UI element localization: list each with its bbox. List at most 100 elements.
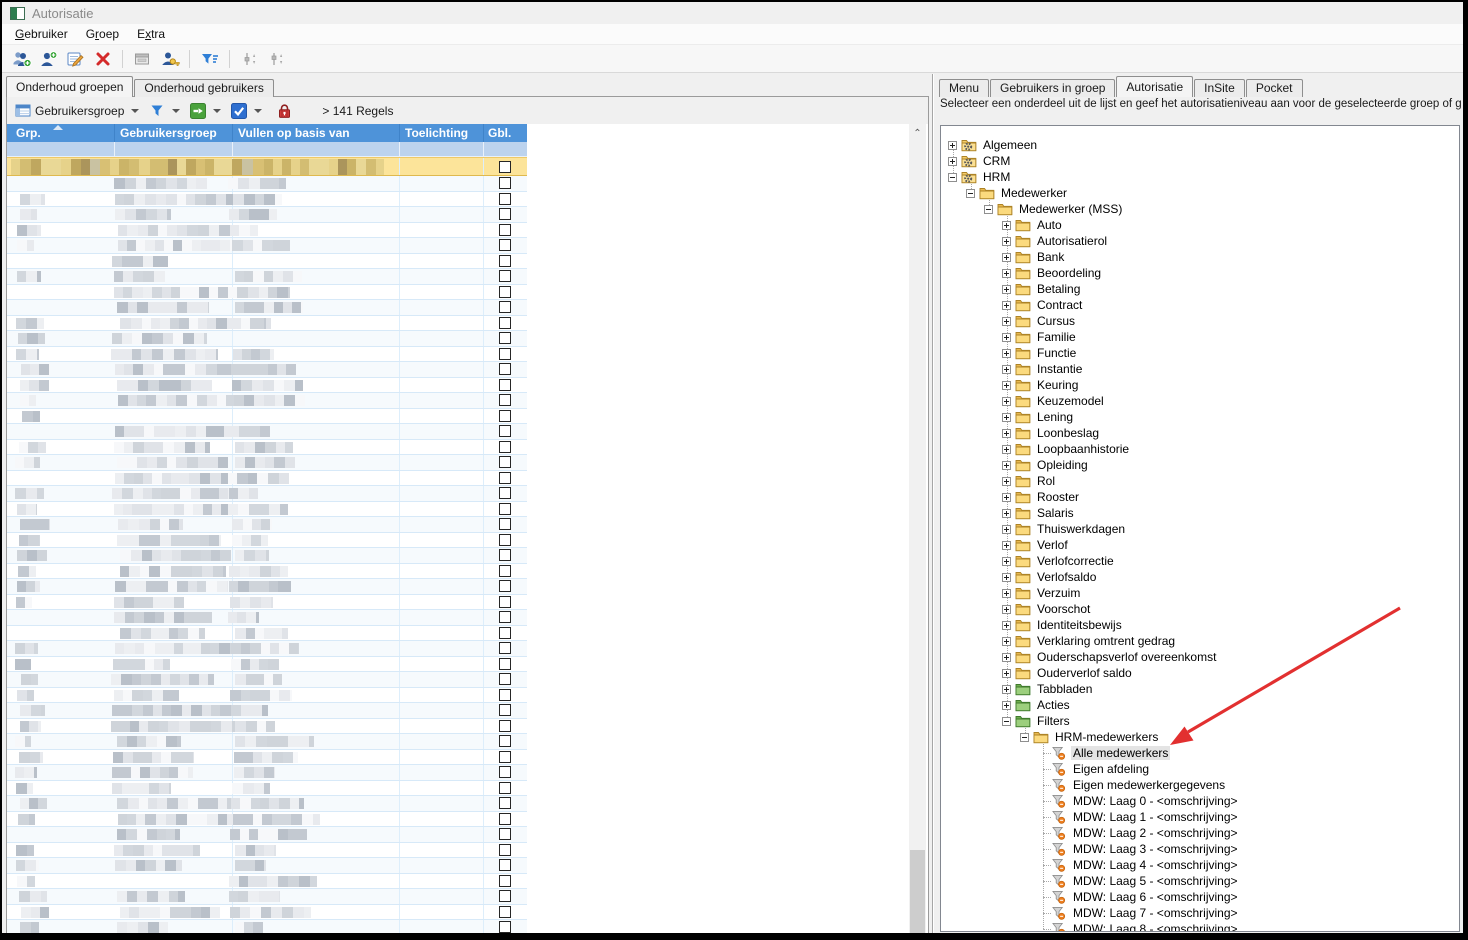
tree-expand-icon[interactable] xyxy=(1002,541,1011,550)
gbl-checkbox[interactable] xyxy=(499,456,511,468)
tree-item[interactable]: Identiteitsbewijs xyxy=(1015,617,1124,633)
tree-item[interactable]: Salaris xyxy=(1015,505,1076,521)
tree-expand-icon[interactable] xyxy=(1002,317,1011,326)
table-row[interactable] xyxy=(7,157,527,176)
table-row[interactable] xyxy=(7,378,527,394)
gbl-checkbox[interactable] xyxy=(499,549,511,561)
gbl-checkbox[interactable] xyxy=(499,580,511,592)
tree-expand-icon[interactable] xyxy=(1002,525,1011,534)
table-row[interactable] xyxy=(7,502,527,518)
gbl-checkbox[interactable] xyxy=(499,193,511,205)
gbl-checkbox[interactable] xyxy=(499,348,511,360)
table-row[interactable] xyxy=(7,424,527,440)
table-row[interactable] xyxy=(7,703,527,719)
scroll-up-icon[interactable]: ⌃ xyxy=(909,128,926,140)
tree-expand-icon[interactable] xyxy=(1002,589,1011,598)
tree-item[interactable]: Rol xyxy=(1015,473,1057,489)
table-row[interactable] xyxy=(7,548,527,564)
column-header-vullen-op-basis-van[interactable]: Vullen op basis van xyxy=(233,124,400,142)
tree-item[interactable]: Keuzemodel xyxy=(1015,393,1106,409)
gbl-checkbox[interactable] xyxy=(499,161,511,173)
gbl-checkbox[interactable] xyxy=(499,441,511,453)
lock-icon[interactable] xyxy=(276,102,293,119)
tab-onderhoud-gebruikers[interactable]: Onderhoud gebruikers xyxy=(134,79,273,97)
tree-item[interactable]: Verlofcorrectie xyxy=(1015,553,1116,569)
gbl-checkbox[interactable] xyxy=(499,673,511,685)
menu-groep[interactable]: Groep xyxy=(77,25,128,43)
tree-item[interactable]: MDW: Laag 0 - <omschrijving> xyxy=(1051,793,1240,809)
gbl-checkbox[interactable] xyxy=(499,797,511,809)
tree-item[interactable]: Cursus xyxy=(1015,313,1077,329)
table-row[interactable] xyxy=(7,254,527,270)
tree-item[interactable]: Alle medewerkers xyxy=(1051,745,1170,761)
tree-item[interactable]: Opleiding xyxy=(1015,457,1090,473)
tree-expand-icon[interactable] xyxy=(1002,397,1011,406)
tree-expand-icon[interactable] xyxy=(1002,429,1011,438)
tab-pocket[interactable]: Pocket xyxy=(1246,79,1303,97)
tab-insite[interactable]: InSite xyxy=(1194,79,1245,97)
tree-item[interactable]: Familie xyxy=(1015,329,1078,345)
tree-item[interactable]: Verzuim xyxy=(1015,585,1082,601)
gbl-checkbox[interactable] xyxy=(499,255,511,267)
tree-item[interactable]: Bank xyxy=(1015,249,1066,265)
tree-expand-icon[interactable] xyxy=(1002,349,1011,358)
table-row[interactable] xyxy=(7,874,527,890)
tree-item[interactable]: Autorisatierol xyxy=(1015,233,1109,249)
gbl-checkbox[interactable] xyxy=(499,224,511,236)
gbl-checkbox[interactable] xyxy=(499,642,511,654)
tree-expand-icon[interactable] xyxy=(1002,301,1011,310)
tree-expand-icon[interactable] xyxy=(1002,637,1011,646)
gbl-checkbox[interactable] xyxy=(499,813,511,825)
tree-item[interactable]: Medewerker xyxy=(979,185,1069,201)
table-row[interactable] xyxy=(7,672,527,688)
tree-item[interactable]: Thuiswerkdagen xyxy=(1015,521,1127,537)
gbl-checkbox[interactable] xyxy=(499,751,511,763)
tree-item[interactable]: Filters xyxy=(1015,713,1072,729)
table-row[interactable] xyxy=(7,657,527,673)
table-row[interactable] xyxy=(7,517,527,533)
tree-expand-icon[interactable] xyxy=(1002,509,1011,518)
tree-item[interactable]: Betaling xyxy=(1015,281,1082,297)
tree-expand-icon[interactable] xyxy=(1002,557,1011,566)
tree-collapse-icon[interactable] xyxy=(948,173,957,182)
table-row[interactable] xyxy=(7,564,527,580)
tree-item[interactable]: Contract xyxy=(1015,297,1084,313)
table-row[interactable] xyxy=(7,331,527,347)
column-header-gbl[interactable]: Gbl. xyxy=(484,124,527,142)
tab-gebruikers-in-groep[interactable]: Gebruikers in groep xyxy=(990,79,1115,97)
tree-item[interactable]: Beoordeling xyxy=(1015,265,1103,281)
tree-expand-icon[interactable] xyxy=(1002,381,1011,390)
gbl-checkbox[interactable] xyxy=(499,658,511,670)
grid-filter-row[interactable] xyxy=(7,142,527,157)
tab-menu[interactable]: Menu xyxy=(939,79,989,97)
user-key-icon[interactable] xyxy=(158,48,181,70)
grid-filter-caret[interactable] xyxy=(172,109,180,113)
tree-expand-icon[interactable] xyxy=(1002,477,1011,486)
gbl-checkbox[interactable] xyxy=(499,394,511,406)
tree-item[interactable]: MDW: Laag 2 - <omschrijving> xyxy=(1051,825,1240,841)
table-row[interactable] xyxy=(7,812,527,828)
table-row[interactable] xyxy=(7,440,527,456)
gbl-checkbox[interactable] xyxy=(499,844,511,856)
gbl-checkbox[interactable] xyxy=(499,766,511,778)
table-row[interactable] xyxy=(7,192,527,208)
tree-expand-icon[interactable] xyxy=(1002,269,1011,278)
tree-item[interactable]: Verlofsaldo xyxy=(1015,569,1098,585)
tree-item[interactable]: Tabbladen xyxy=(1015,681,1094,697)
tree-item[interactable]: Voorschot xyxy=(1015,601,1092,617)
delete-icon[interactable] xyxy=(91,48,114,70)
gbl-checkbox[interactable] xyxy=(499,906,511,918)
menu-extra[interactable]: Extra xyxy=(128,25,174,43)
tree-item[interactable]: MDW: Laag 6 - <omschrijving> xyxy=(1051,889,1240,905)
tree-item[interactable]: MDW: Laag 4 - <omschrijving> xyxy=(1051,857,1240,873)
level-up-icon[interactable] xyxy=(238,48,261,70)
tree-expand-icon[interactable] xyxy=(1002,333,1011,342)
table-row[interactable] xyxy=(7,734,527,750)
tree-item[interactable]: MDW: Laag 1 - <omschrijving> xyxy=(1051,809,1240,825)
table-row[interactable] xyxy=(7,362,527,378)
tree-expand-icon[interactable] xyxy=(1002,653,1011,662)
gbl-checkbox[interactable] xyxy=(499,208,511,220)
tree-expand-icon[interactable] xyxy=(1002,413,1011,422)
tree-item[interactable]: Keuring xyxy=(1015,377,1080,393)
gbl-checkbox[interactable] xyxy=(499,565,511,577)
